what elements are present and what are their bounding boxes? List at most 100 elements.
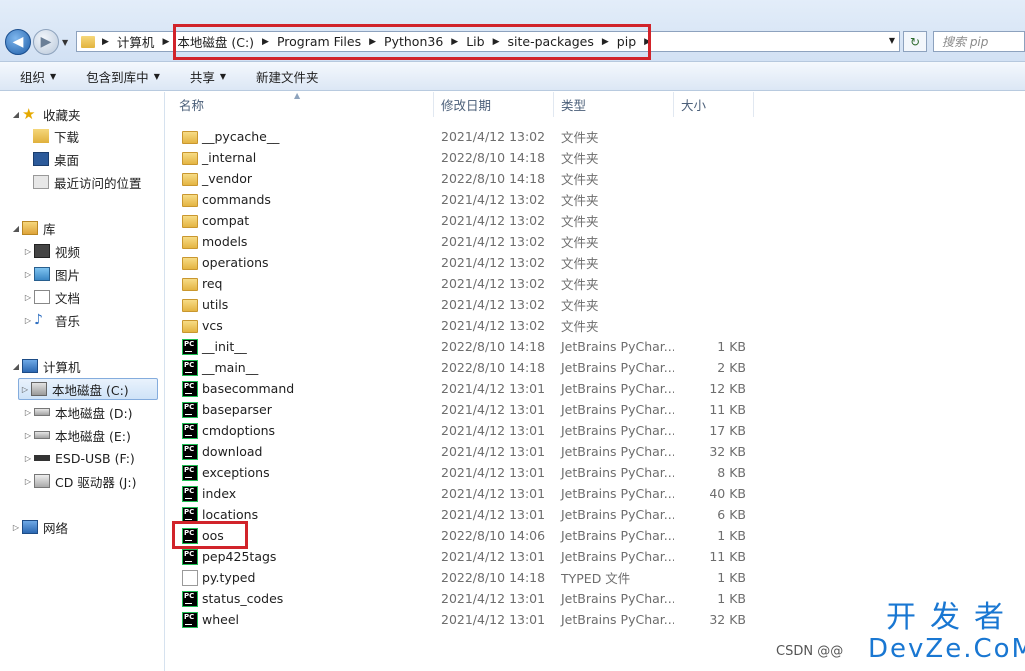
nav-label: 音乐 — [55, 313, 81, 329]
path-dropdown-chevron-icon[interactable]: ▼ — [889, 36, 895, 45]
nav-downloads[interactable]: 下载 — [33, 125, 79, 147]
cd-drive-icon — [34, 474, 50, 488]
file-row[interactable]: commands 2021/4/12 13:02 文件夹 — [172, 189, 757, 210]
file-date: 2021/4/12 13:01 — [441, 507, 546, 522]
file-type: JetBrains PyChar... — [561, 486, 674, 501]
column-header-name[interactable]: 名称 ▲ — [172, 91, 434, 117]
expand-arrow-icon[interactable]: ◢ — [10, 362, 22, 371]
caret-down-icon: ▼ — [219, 71, 227, 81]
nav-drive-j[interactable]: ▷ CD 驱动器 (J:) — [22, 470, 136, 492]
column-header-date[interactable]: 修改日期 — [434, 92, 554, 117]
collapse-arrow-icon[interactable]: ▷ — [22, 293, 34, 302]
new-folder-button[interactable]: 新建文件夹 — [246, 67, 329, 86]
file-type: JetBrains PyChar... — [561, 402, 674, 417]
file-row[interactable]: PC baseparser 2021/4/12 13:01 JetBrains PyC… — [172, 399, 757, 420]
file-row[interactable]: compat 2021/4/12 13:02 文件夹 — [172, 210, 757, 231]
collapse-arrow-icon[interactable]: ▷ — [22, 408, 34, 417]
organize-button[interactable]: 组织 ▼ — [10, 67, 66, 86]
file-name: models — [202, 234, 248, 249]
folder-icon — [182, 152, 198, 165]
collapse-arrow-icon[interactable]: ▷ — [22, 477, 34, 486]
folder-icon — [182, 257, 198, 270]
collapse-arrow-icon[interactable]: ▷ — [19, 385, 31, 394]
chevron-right-icon[interactable]: ▶ — [98, 37, 113, 47]
nav-music[interactable]: ▷ ♪ 音乐 — [22, 309, 80, 331]
nav-drive-e[interactable]: ▷ 本地磁盘 (E:) — [22, 424, 131, 446]
file-row[interactable]: models 2021/4/12 13:02 文件夹 — [172, 231, 757, 252]
column-header-size[interactable]: 大小 — [674, 92, 754, 117]
nav-drive-c[interactable]: ▷ 本地磁盘 (C:) — [18, 378, 158, 400]
collapse-arrow-icon[interactable]: ▷ — [22, 247, 34, 256]
file-row[interactable]: _vendor 2022/8/10 14:18 文件夹 — [172, 168, 757, 189]
file-row[interactable]: utils 2021/4/12 13:02 文件夹 — [172, 294, 757, 315]
file-name: req — [202, 276, 223, 291]
nav-drive-f[interactable]: ▷ ESD-USB (F:) — [22, 447, 135, 469]
file-row[interactable]: PC __main__ 2022/8/10 14:18 JetBrains PyCha… — [172, 357, 757, 378]
breadcrumb-computer[interactable]: 计算机 — [113, 32, 159, 51]
history-chevron-down-icon[interactable]: ▼ — [62, 38, 68, 47]
file-size: 12 KB — [709, 381, 746, 396]
file-name: vcs — [202, 318, 223, 333]
file-row[interactable]: PC pep425tags 2021/4/12 13:01 JetBrains PyC… — [172, 546, 757, 567]
file-row[interactable]: PC exceptions 2021/4/12 13:01 JetBrains PyC… — [172, 462, 757, 483]
file-row[interactable]: req 2021/4/12 13:02 文件夹 — [172, 273, 757, 294]
file-row[interactable]: PC oos 2022/8/10 14:06 JetBrains PyChar... 1… — [172, 525, 757, 546]
column-header-type[interactable]: 类型 — [554, 92, 674, 117]
nav-computer[interactable]: ◢ 计算机 — [10, 355, 81, 377]
expand-arrow-icon[interactable]: ◢ — [10, 110, 22, 119]
back-button[interactable]: ◀ — [5, 29, 31, 55]
nav-libraries[interactable]: ◢ 库 — [10, 217, 56, 239]
include-in-library-button[interactable]: 包含到库中 ▼ — [76, 67, 170, 86]
nav-label: 本地磁盘 (C:) — [52, 382, 129, 398]
nav-documents[interactable]: ▷ 文档 — [22, 286, 80, 308]
file-row[interactable]: PC status_codes 2021/4/12 13:01 JetBrains P… — [172, 588, 757, 609]
file-row[interactable]: _internal 2022/8/10 14:18 文件夹 — [172, 147, 757, 168]
expand-arrow-icon[interactable]: ◢ — [10, 224, 22, 233]
share-label: 共享 — [189, 69, 215, 85]
chevron-right-icon[interactable]: ▶ — [158, 37, 173, 47]
collapse-arrow-icon[interactable]: ▷ — [22, 270, 34, 279]
nav-desktop[interactable]: 桌面 — [33, 148, 79, 170]
new-folder-label: 新建文件夹 — [256, 69, 319, 85]
file-row[interactable]: PC download 2021/4/12 13:01 JetBrains PyCha… — [172, 441, 757, 462]
site-watermark: 开发者 DevZe.CoM — [868, 602, 1025, 665]
collapse-arrow-icon[interactable]: ▷ — [10, 523, 22, 532]
file-row[interactable]: PC basecommand 2021/4/12 13:01 JetBrains Py… — [172, 378, 757, 399]
file-type: 文件夹 — [561, 298, 599, 313]
collapse-arrow-icon[interactable]: ▷ — [22, 431, 34, 440]
nav-favorites[interactable]: ◢ ★ 收藏夹 — [10, 103, 81, 125]
nav-pictures[interactable]: ▷ 图片 — [22, 263, 80, 285]
file-date: 2021/4/12 13:02 — [441, 297, 546, 312]
file-row[interactable]: operations 2021/4/12 13:02 文件夹 — [172, 252, 757, 273]
nav-label: 图片 — [55, 267, 81, 283]
collapse-arrow-icon[interactable]: ▷ — [22, 316, 34, 325]
folder-icon — [182, 320, 198, 333]
nav-recent-places[interactable]: 最近访问的位置 — [33, 171, 142, 193]
pycharm-file-icon: PC — [182, 338, 198, 355]
file-size: 11 KB — [709, 402, 746, 417]
file-type: 文件夹 — [561, 319, 599, 334]
file-row[interactable]: __pycache__ 2021/4/12 13:02 文件夹 — [172, 126, 757, 147]
file-row[interactable]: PC __init__ 2022/8/10 14:18 JetBrains PyCha… — [172, 336, 757, 357]
file-row[interactable]: PC wheel 2021/4/12 13:01 JetBrains PyChar..… — [172, 609, 757, 630]
folder-icon — [182, 278, 198, 291]
nav-videos[interactable]: ▷ 视频 — [22, 240, 80, 262]
file-row[interactable]: py.typed 2022/8/10 14:18 TYPED 文件 1 KB — [172, 567, 757, 588]
file-row[interactable]: PC cmdoptions 2021/4/12 13:01 JetBrains PyC… — [172, 420, 757, 441]
file-row[interactable]: PC locations 2021/4/12 13:01 JetBrains PyCh… — [172, 504, 757, 525]
nav-drive-d[interactable]: ▷ 本地磁盘 (D:) — [22, 401, 133, 423]
refresh-button[interactable]: ↻ — [903, 31, 927, 52]
file-name-cell: __pycache__ — [172, 129, 434, 144]
column-label: 名称 — [179, 98, 205, 113]
nav-label: 下载 — [54, 129, 80, 145]
file-type: 文件夹 — [561, 151, 599, 166]
forward-button[interactable]: ▶ — [33, 29, 59, 55]
file-row[interactable]: PC index 2021/4/12 13:01 JetBrains PyChar..… — [172, 483, 757, 504]
search-input[interactable]: 搜索 pip — [933, 31, 1025, 52]
file-row[interactable]: vcs 2021/4/12 13:02 文件夹 — [172, 315, 757, 336]
nav-label: 视频 — [55, 244, 81, 260]
collapse-arrow-icon[interactable]: ▷ — [22, 454, 34, 463]
share-button[interactable]: 共享 ▼ — [180, 67, 236, 86]
pycharm-file-icon: PC — [182, 380, 198, 397]
nav-network[interactable]: ▷ 网络 — [10, 516, 68, 538]
